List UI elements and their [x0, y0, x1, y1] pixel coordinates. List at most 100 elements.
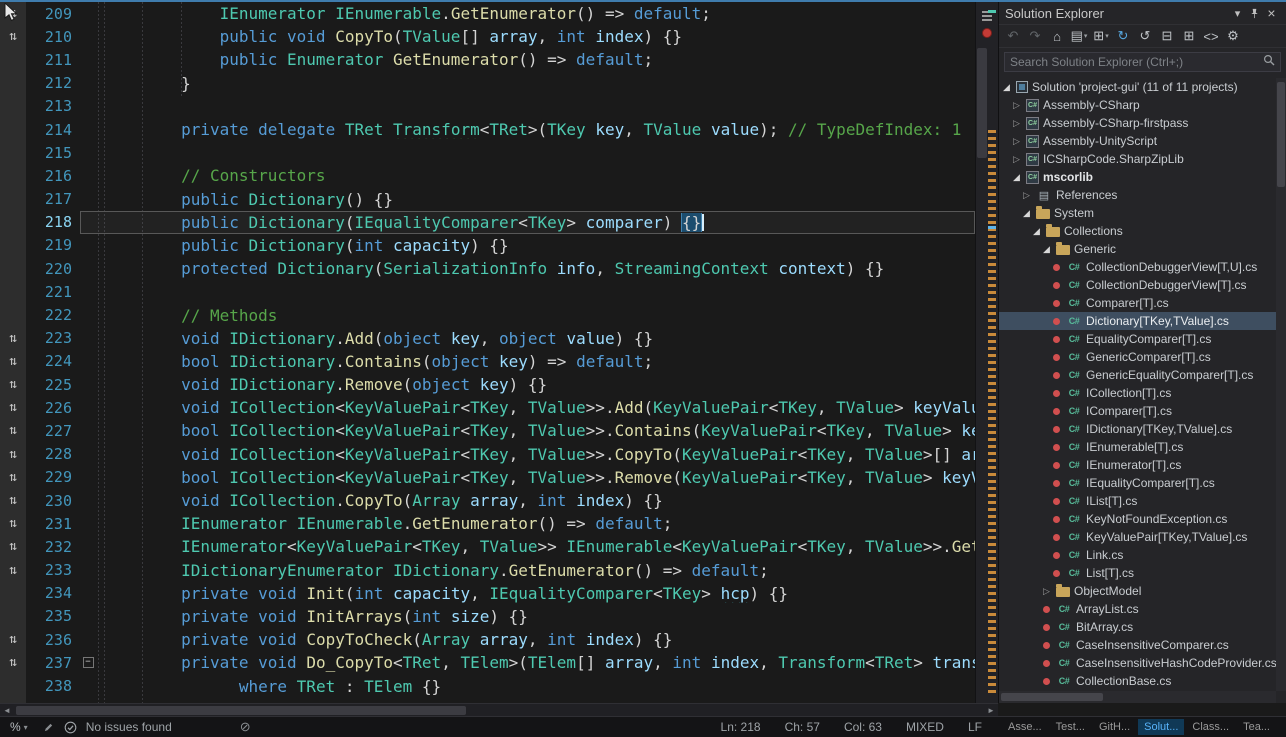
code-line-body[interactable]: protected Dictionary(SerializationInfo i… [80, 257, 975, 280]
expander-expanded-icon[interactable]: ◢ [1011, 172, 1022, 183]
line-number[interactable]: 224 [26, 350, 80, 373]
toolbar-collapse-all-icon[interactable]: ⊟ [1157, 27, 1177, 45]
breakpoint-margin[interactable]: ⇅ [0, 396, 26, 419]
line-number[interactable]: 228 [26, 443, 80, 466]
reference-gutter-icon[interactable]: ⇅ [9, 494, 17, 507]
code-line[interactable]: ⇅224 bool IDictionary.Contains(object ke… [0, 350, 975, 373]
breakpoint-margin[interactable] [0, 303, 26, 326]
line-number[interactable]: 231 [26, 512, 80, 535]
line-number[interactable]: 214 [26, 118, 80, 141]
expander-collapsed-icon[interactable]: ▷ [1011, 118, 1022, 129]
reference-gutter-icon[interactable]: ⇅ [9, 540, 17, 553]
tree-item[interactable]: C#IEnumerator[T].cs [999, 456, 1276, 474]
toolbar-show-all-files-icon[interactable]: ⊞ [1179, 27, 1199, 45]
breakpoint-margin[interactable]: ⇅ [0, 512, 26, 535]
zoom-dropdown-caret-icon[interactable]: ▾ [24, 723, 38, 732]
blocked-icon[interactable]: ⊘ [176, 719, 251, 735]
eol-indicator[interactable]: LF [968, 720, 982, 734]
tree-item[interactable]: C#KeyValuePair[TKey,TValue].cs [999, 528, 1276, 546]
code-line[interactable]: ⇅223 void IDictionary.Add(object key, ob… [0, 327, 975, 350]
line-number[interactable]: 235 [26, 605, 80, 628]
line-number[interactable]: 211 [26, 48, 80, 71]
tree-item[interactable]: C#KeyNotFoundException.cs [999, 510, 1276, 528]
code-line-body[interactable]: void ICollection.CopyTo(Array array, int… [80, 489, 975, 512]
breakpoint-margin[interactable]: ⇅ [0, 327, 26, 350]
breakpoint-margin[interactable] [0, 605, 26, 628]
fold-margin[interactable]: − [80, 657, 96, 668]
tree-item[interactable]: C#Dictionary[TKey,TValue].cs [999, 312, 1276, 330]
close-icon[interactable]: × [1263, 5, 1280, 21]
code-line-body[interactable]: // Methods [80, 303, 975, 326]
issues-status-label[interactable]: No issues found [82, 720, 176, 734]
tree-item[interactable]: C#ICollection[T].cs [999, 384, 1276, 402]
breakpoint-margin[interactable]: ⇅ [0, 25, 26, 48]
code-line-body[interactable] [80, 95, 975, 118]
line-number[interactable]: 232 [26, 535, 80, 558]
tree-item[interactable]: C#IDictionary[TKey,TValue].cs [999, 420, 1276, 438]
tree-item[interactable]: C#IEqualityComparer[T].cs [999, 474, 1276, 492]
pin-icon[interactable] [1246, 5, 1263, 21]
breakpoint-margin[interactable] [0, 280, 26, 303]
tree-item[interactable]: C#EqualityComparer[T].cs [999, 330, 1276, 348]
breakpoint-margin[interactable] [0, 141, 26, 164]
code-line-body[interactable]: IDictionaryEnumerator IDictionary.GetEnu… [80, 559, 975, 582]
code-line[interactable]: 212 } [0, 72, 975, 95]
column-indicator[interactable]: Col: 63 [844, 720, 882, 734]
code-line-body[interactable]: IEnumerator IEnumerable.GetEnumerator() … [80, 2, 975, 25]
code-line[interactable]: 211 public Enumerator GetEnumerator() =>… [0, 48, 975, 71]
breakpoint-margin[interactable]: ⇅ [0, 628, 26, 651]
tree-item[interactable]: ▷C#Assembly-CSharp-firstpass [999, 114, 1276, 132]
breakpoint-margin[interactable] [0, 118, 26, 141]
breakpoint-margin[interactable]: ⇅ [0, 419, 26, 442]
expander-expanded-icon[interactable]: ◢ [1001, 82, 1012, 93]
tree-item[interactable]: C#Link.cs [999, 546, 1276, 564]
character-indicator[interactable]: Ch: 57 [785, 720, 820, 734]
code-line[interactable]: ⇅210 public void CopyTo(TValue[] array, … [0, 25, 975, 48]
code-line[interactable]: ⇅227 bool ICollection<KeyValuePair<TKey,… [0, 419, 975, 442]
tree-item[interactable]: ▷C#Assembly-CSharp [999, 96, 1276, 114]
line-number[interactable]: 212 [26, 72, 80, 95]
toolbar-forward-icon[interactable]: ↷ [1025, 27, 1045, 45]
tree-item[interactable]: C#IEnumerable[T].cs [999, 438, 1276, 456]
code-line[interactable]: 238 where TRet : TElem {} [0, 674, 975, 697]
code-line-body[interactable]: void ICollection<KeyValuePair<TKey, TVal… [80, 443, 975, 466]
tree-item[interactable]: ▷▤References [999, 186, 1276, 204]
line-number[interactable]: 213 [26, 95, 80, 118]
encoding-indicator[interactable]: MIXED [906, 720, 944, 734]
code-line[interactable]: 214 private delegate TRet Transform<TRet… [0, 118, 975, 141]
expander-expanded-icon[interactable]: ◢ [1021, 208, 1032, 219]
breakpoint-margin[interactable]: ⇅ [0, 489, 26, 512]
code-line-body[interactable] [80, 141, 975, 164]
tree-item[interactable]: C#BitArray.cs [999, 618, 1276, 636]
line-number[interactable]: 233 [26, 559, 80, 582]
code-line[interactable]: ⇅230 void ICollection.CopyTo(Array array… [0, 489, 975, 512]
code-line-body[interactable]: void IDictionary.Add(object key, object … [80, 327, 975, 350]
line-number[interactable]: 223 [26, 327, 80, 350]
code-line-body[interactable]: bool IDictionary.Contains(object key) =>… [80, 350, 975, 373]
breakpoint-margin[interactable] [0, 234, 26, 257]
breakpoint-margin[interactable]: ⇅ [0, 535, 26, 558]
code-line-body[interactable]: IEnumerator<KeyValuePair<TKey, TValue>> … [80, 535, 975, 558]
line-number[interactable]: 210 [26, 25, 80, 48]
code-line[interactable]: ⇅236 private void CopyToCheck(Array arra… [0, 628, 975, 651]
code-line-body[interactable]: public void CopyTo(TValue[] array, int i… [80, 25, 975, 48]
tree-item[interactable]: ◢C#mscorlib [999, 168, 1276, 186]
tree-item[interactable]: C#CaseInsensitiveHashCodeProvider.cs [999, 654, 1276, 672]
toolbar-refresh-icon[interactable]: ↺ [1135, 27, 1155, 45]
code-line-body[interactable]: bool ICollection<KeyValuePair<TKey, TVal… [80, 419, 975, 442]
tree-item[interactable]: ◢Generic [999, 240, 1276, 258]
fold-collapse-button[interactable]: − [83, 657, 94, 668]
tree-item[interactable]: C#IComparer[T].cs [999, 402, 1276, 420]
code-line[interactable]: 219 public Dictionary(int capacity) {} [0, 234, 975, 257]
code-line[interactable]: ⇅231 IEnumerator IEnumerable.GetEnumerat… [0, 512, 975, 535]
breakpoint-margin[interactable]: ⇅ [0, 350, 26, 373]
tree-item[interactable]: C#CollectionBase.cs [999, 672, 1276, 690]
panel-vscroll-thumb[interactable] [1277, 82, 1285, 187]
expander-collapsed-icon[interactable]: ▷ [1011, 154, 1022, 165]
code-line[interactable]: 213 [0, 95, 975, 118]
breakpoint-margin[interactable] [0, 211, 26, 234]
toolbar-sync-with-active-document-icon[interactable]: ↻ [1113, 27, 1133, 45]
tree-item[interactable]: C#GenericEqualityComparer[T].cs [999, 366, 1276, 384]
panel-hscroll-thumb[interactable] [1001, 693, 1103, 701]
breakpoint-margin[interactable]: ⇅ [0, 466, 26, 489]
